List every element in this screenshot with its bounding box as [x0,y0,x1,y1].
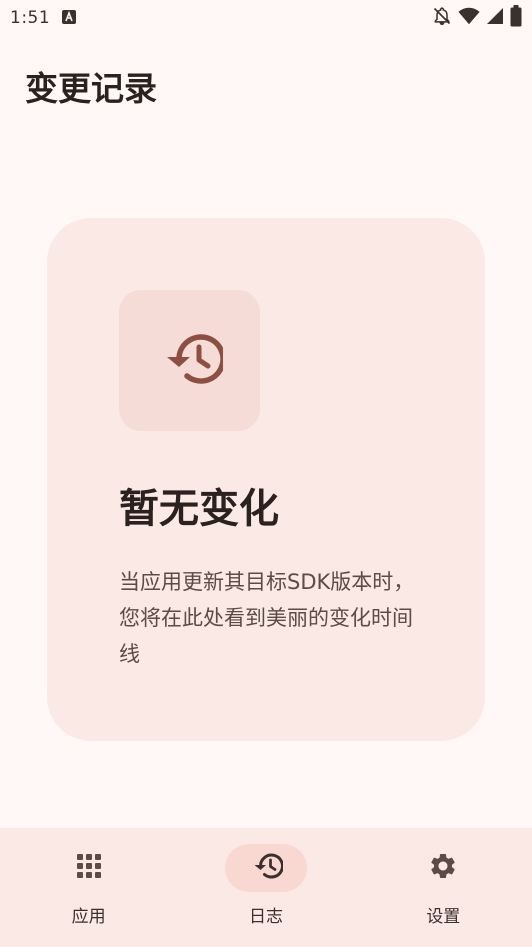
nav-icon-container [48,844,130,892]
status-left: 1:51 [10,8,77,28]
bell-off-icon [432,6,452,30]
a-notification-icon [62,9,77,28]
nav-label-log: 日志 [248,907,283,927]
nav-label-settings: 设置 [426,907,461,927]
nav-icon-container [402,844,484,892]
empty-state-card: 暂无变化 当应用更新其目标SDK版本时，您将在此处看到美丽的变化时间线 [47,218,485,741]
bottom-navigation: 应用 日志 设置 [0,828,532,947]
nav-item-apps[interactable]: 应用 [19,828,159,927]
gear-icon [428,851,458,885]
cellular-icon [486,7,504,29]
wifi-icon [458,6,480,30]
empty-state-heading: 暂无变化 [119,486,279,532]
empty-state-description: 当应用更新其目标SDK版本时，您将在此处看到美丽的变化时间线 [119,570,415,666]
battery-icon [510,5,522,31]
nav-item-settings[interactable]: 设置 [373,828,513,927]
history-icon [249,851,284,885]
status-bar: 1:51 [0,0,532,36]
status-right [432,5,522,31]
empty-state-icon-box [119,290,260,431]
page-title: 变更记录 [25,69,157,108]
nav-label-apps: 应用 [71,907,106,927]
nav-item-log[interactable]: 日志 [196,828,336,927]
grid-icon [76,853,102,883]
status-time: 1:51 [10,8,51,28]
nav-icon-container-active [224,844,307,892]
history-icon [157,329,226,393]
